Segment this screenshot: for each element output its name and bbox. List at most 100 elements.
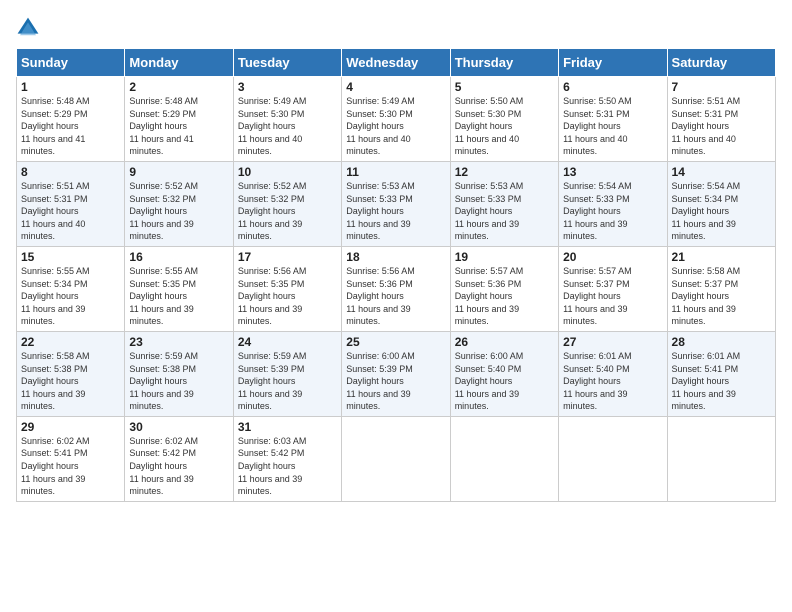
weekday-header: Tuesday [233, 49, 341, 77]
calendar-cell: 17 Sunrise: 5:56 AM Sunset: 5:35 PM Dayl… [233, 246, 341, 331]
calendar-cell: 6 Sunrise: 5:50 AM Sunset: 5:31 PM Dayli… [559, 77, 667, 162]
logo-icon [16, 16, 40, 40]
day-info: Sunrise: 5:59 AM Sunset: 5:39 PM Dayligh… [238, 350, 337, 413]
day-number: 18 [346, 250, 445, 264]
day-info: Sunrise: 5:56 AM Sunset: 5:36 PM Dayligh… [346, 265, 445, 328]
weekday-header: Thursday [450, 49, 558, 77]
day-info: Sunrise: 5:58 AM Sunset: 5:38 PM Dayligh… [21, 350, 120, 413]
day-number: 26 [455, 335, 554, 349]
day-info: Sunrise: 5:48 AM Sunset: 5:29 PM Dayligh… [129, 95, 228, 158]
day-info: Sunrise: 5:56 AM Sunset: 5:35 PM Dayligh… [238, 265, 337, 328]
calendar-cell: 14 Sunrise: 5:54 AM Sunset: 5:34 PM Dayl… [667, 161, 775, 246]
day-number: 28 [672, 335, 771, 349]
calendar-cell: 5 Sunrise: 5:50 AM Sunset: 5:30 PM Dayli… [450, 77, 558, 162]
calendar-cell: 15 Sunrise: 5:55 AM Sunset: 5:34 PM Dayl… [17, 246, 125, 331]
calendar-cell [559, 416, 667, 501]
weekday-header: Sunday [17, 49, 125, 77]
calendar-cell: 12 Sunrise: 5:53 AM Sunset: 5:33 PM Dayl… [450, 161, 558, 246]
calendar-week-row: 8 Sunrise: 5:51 AM Sunset: 5:31 PM Dayli… [17, 161, 776, 246]
day-info: Sunrise: 5:54 AM Sunset: 5:34 PM Dayligh… [672, 180, 771, 243]
day-info: Sunrise: 5:57 AM Sunset: 5:36 PM Dayligh… [455, 265, 554, 328]
calendar-cell: 22 Sunrise: 5:58 AM Sunset: 5:38 PM Dayl… [17, 331, 125, 416]
weekday-header: Saturday [667, 49, 775, 77]
day-number: 6 [563, 80, 662, 94]
calendar-cell [342, 416, 450, 501]
day-info: Sunrise: 5:51 AM Sunset: 5:31 PM Dayligh… [672, 95, 771, 158]
day-number: 3 [238, 80, 337, 94]
calendar-cell: 24 Sunrise: 5:59 AM Sunset: 5:39 PM Dayl… [233, 331, 341, 416]
day-number: 19 [455, 250, 554, 264]
weekday-header: Friday [559, 49, 667, 77]
day-number: 10 [238, 165, 337, 179]
calendar-cell: 31 Sunrise: 6:03 AM Sunset: 5:42 PM Dayl… [233, 416, 341, 501]
calendar-cell: 28 Sunrise: 6:01 AM Sunset: 5:41 PM Dayl… [667, 331, 775, 416]
day-info: Sunrise: 5:59 AM Sunset: 5:38 PM Dayligh… [129, 350, 228, 413]
calendar-cell: 16 Sunrise: 5:55 AM Sunset: 5:35 PM Dayl… [125, 246, 233, 331]
day-info: Sunrise: 6:01 AM Sunset: 5:40 PM Dayligh… [563, 350, 662, 413]
day-info: Sunrise: 6:03 AM Sunset: 5:42 PM Dayligh… [238, 435, 337, 498]
calendar-cell: 30 Sunrise: 6:02 AM Sunset: 5:42 PM Dayl… [125, 416, 233, 501]
calendar-cell: 21 Sunrise: 5:58 AM Sunset: 5:37 PM Dayl… [667, 246, 775, 331]
calendar-cell: 25 Sunrise: 6:00 AM Sunset: 5:39 PM Dayl… [342, 331, 450, 416]
day-info: Sunrise: 6:02 AM Sunset: 5:42 PM Dayligh… [129, 435, 228, 498]
calendar-cell: 29 Sunrise: 6:02 AM Sunset: 5:41 PM Dayl… [17, 416, 125, 501]
day-info: Sunrise: 5:53 AM Sunset: 5:33 PM Dayligh… [346, 180, 445, 243]
day-number: 14 [672, 165, 771, 179]
day-info: Sunrise: 5:52 AM Sunset: 5:32 PM Dayligh… [129, 180, 228, 243]
calendar-cell: 27 Sunrise: 6:01 AM Sunset: 5:40 PM Dayl… [559, 331, 667, 416]
calendar-header-row: SundayMondayTuesdayWednesdayThursdayFrid… [17, 49, 776, 77]
day-info: Sunrise: 5:49 AM Sunset: 5:30 PM Dayligh… [238, 95, 337, 158]
day-info: Sunrise: 5:50 AM Sunset: 5:30 PM Dayligh… [455, 95, 554, 158]
day-info: Sunrise: 6:00 AM Sunset: 5:39 PM Dayligh… [346, 350, 445, 413]
day-info: Sunrise: 5:58 AM Sunset: 5:37 PM Dayligh… [672, 265, 771, 328]
day-info: Sunrise: 5:54 AM Sunset: 5:33 PM Dayligh… [563, 180, 662, 243]
day-info: Sunrise: 5:55 AM Sunset: 5:35 PM Dayligh… [129, 265, 228, 328]
calendar-week-row: 1 Sunrise: 5:48 AM Sunset: 5:29 PM Dayli… [17, 77, 776, 162]
day-number: 27 [563, 335, 662, 349]
calendar-table: SundayMondayTuesdayWednesdayThursdayFrid… [16, 48, 776, 502]
weekday-header: Monday [125, 49, 233, 77]
day-info: Sunrise: 5:57 AM Sunset: 5:37 PM Dayligh… [563, 265, 662, 328]
day-info: Sunrise: 5:51 AM Sunset: 5:31 PM Dayligh… [21, 180, 120, 243]
calendar-cell: 9 Sunrise: 5:52 AM Sunset: 5:32 PM Dayli… [125, 161, 233, 246]
calendar-body: 1 Sunrise: 5:48 AM Sunset: 5:29 PM Dayli… [17, 77, 776, 502]
calendar-cell: 10 Sunrise: 5:52 AM Sunset: 5:32 PM Dayl… [233, 161, 341, 246]
day-number: 7 [672, 80, 771, 94]
day-number: 13 [563, 165, 662, 179]
day-info: Sunrise: 5:52 AM Sunset: 5:32 PM Dayligh… [238, 180, 337, 243]
calendar-cell: 7 Sunrise: 5:51 AM Sunset: 5:31 PM Dayli… [667, 77, 775, 162]
day-number: 29 [21, 420, 120, 434]
day-number: 31 [238, 420, 337, 434]
day-info: Sunrise: 5:49 AM Sunset: 5:30 PM Dayligh… [346, 95, 445, 158]
day-number: 25 [346, 335, 445, 349]
day-number: 15 [21, 250, 120, 264]
calendar-week-row: 15 Sunrise: 5:55 AM Sunset: 5:34 PM Dayl… [17, 246, 776, 331]
header [16, 16, 776, 40]
day-info: Sunrise: 6:00 AM Sunset: 5:40 PM Dayligh… [455, 350, 554, 413]
day-number: 12 [455, 165, 554, 179]
day-number: 1 [21, 80, 120, 94]
calendar-cell: 26 Sunrise: 6:00 AM Sunset: 5:40 PM Dayl… [450, 331, 558, 416]
calendar-cell: 3 Sunrise: 5:49 AM Sunset: 5:30 PM Dayli… [233, 77, 341, 162]
day-number: 5 [455, 80, 554, 94]
day-info: Sunrise: 5:53 AM Sunset: 5:33 PM Dayligh… [455, 180, 554, 243]
day-info: Sunrise: 5:55 AM Sunset: 5:34 PM Dayligh… [21, 265, 120, 328]
calendar-cell: 11 Sunrise: 5:53 AM Sunset: 5:33 PM Dayl… [342, 161, 450, 246]
calendar-cell: 8 Sunrise: 5:51 AM Sunset: 5:31 PM Dayli… [17, 161, 125, 246]
day-number: 20 [563, 250, 662, 264]
calendar-cell: 1 Sunrise: 5:48 AM Sunset: 5:29 PM Dayli… [17, 77, 125, 162]
day-number: 22 [21, 335, 120, 349]
day-number: 8 [21, 165, 120, 179]
day-info: Sunrise: 6:02 AM Sunset: 5:41 PM Dayligh… [21, 435, 120, 498]
day-number: 24 [238, 335, 337, 349]
calendar-cell [667, 416, 775, 501]
day-number: 11 [346, 165, 445, 179]
day-info: Sunrise: 5:50 AM Sunset: 5:31 PM Dayligh… [563, 95, 662, 158]
day-number: 23 [129, 335, 228, 349]
calendar-cell: 13 Sunrise: 5:54 AM Sunset: 5:33 PM Dayl… [559, 161, 667, 246]
calendar-cell: 20 Sunrise: 5:57 AM Sunset: 5:37 PM Dayl… [559, 246, 667, 331]
weekday-header: Wednesday [342, 49, 450, 77]
day-number: 9 [129, 165, 228, 179]
day-number: 16 [129, 250, 228, 264]
day-number: 30 [129, 420, 228, 434]
